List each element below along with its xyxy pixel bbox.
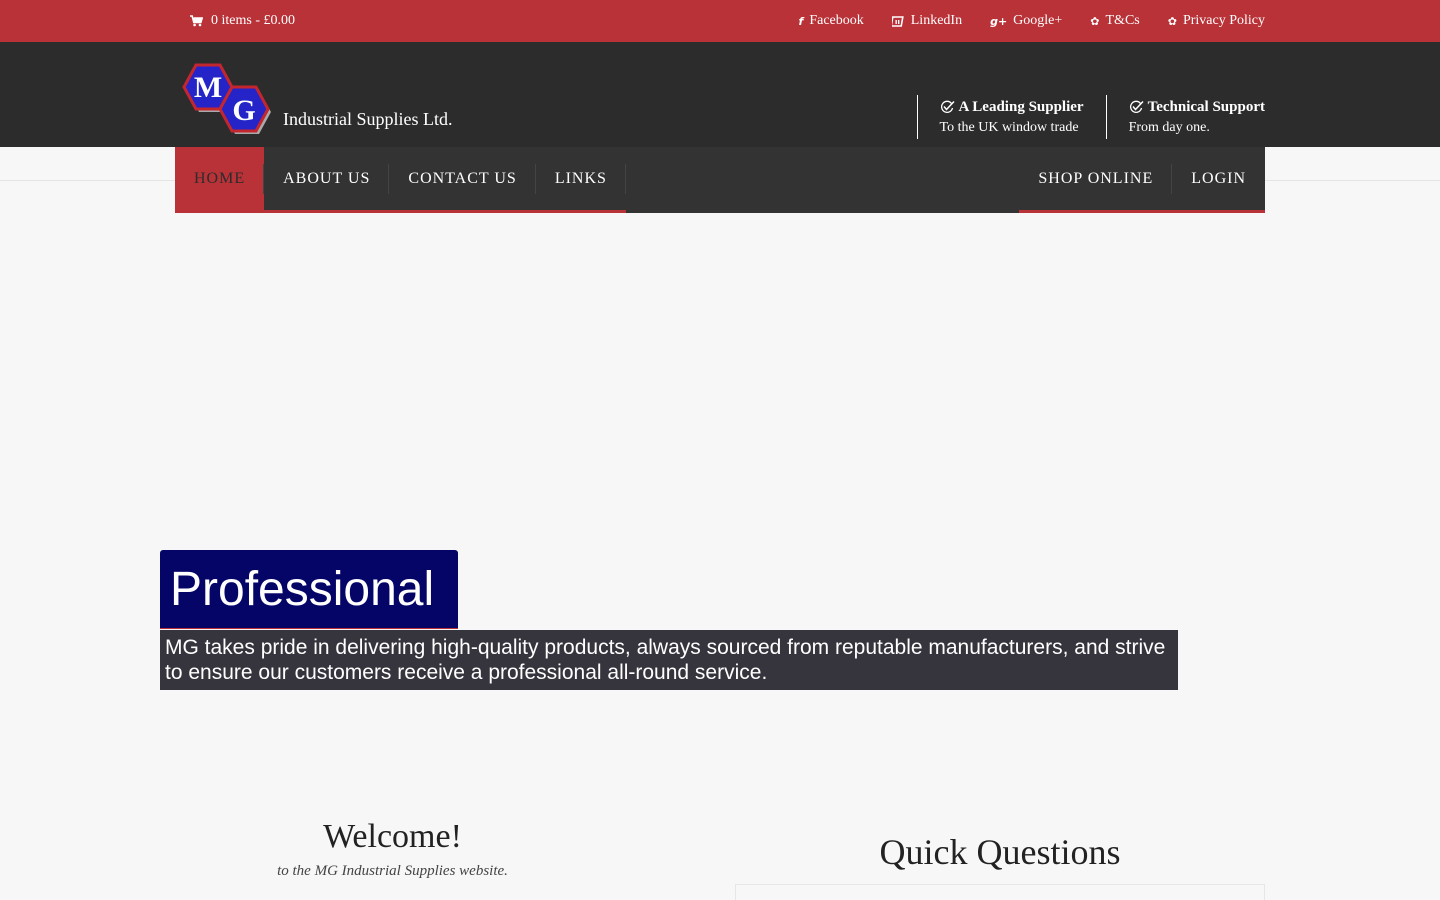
gear-icon: ✿ <box>1090 14 1100 28</box>
check-circle-icon <box>1129 100 1144 113</box>
logo-letter-g: G <box>232 94 255 127</box>
nav-home[interactable]: HOME <box>175 147 265 210</box>
social-links: f Facebook LinkedIn g+ Google+ ✿ T&Cs ✿ … <box>771 13 1265 29</box>
main-nav-right: SHOP ONLINE LOGIN <box>1019 147 1265 213</box>
nav-login[interactable]: LOGIN <box>1172 147 1265 210</box>
linkedin-link-label: LinkedIn <box>910 13 963 28</box>
terms-link[interactable]: ✿ T&Cs <box>1090 13 1139 29</box>
privacy-policy-link[interactable]: ✿ Privacy Policy <box>1168 13 1265 29</box>
nav-contact-us[interactable]: CONTACT US <box>389 147 537 210</box>
gear-icon: ✿ <box>1167 14 1177 28</box>
facebook-icon: f <box>798 14 804 28</box>
main-nav: HOME ABOUT US CONTACT US LINKS SHOP ONLI… <box>175 147 1265 213</box>
feature-title: Technical Support <box>1147 98 1265 115</box>
mg-logo-icon: M G <box>182 63 271 134</box>
privacy-policy-link-label: Privacy Policy <box>1182 13 1265 28</box>
linkedin-link[interactable]: LinkedIn <box>891 13 963 29</box>
feature-subtitle: From day one. <box>1128 119 1210 135</box>
terms-link-label: T&Cs <box>1105 13 1140 28</box>
logo-company-name: Industrial Supplies Ltd. <box>283 109 453 129</box>
cart-summary[interactable]: 0 items - £0.00 <box>175 13 295 29</box>
logo-letter-m: M <box>194 71 222 104</box>
welcome-title: Welcome! <box>323 818 462 855</box>
feature-subtitle: To the UK window trade <box>939 119 1079 135</box>
feature-technical-support: Technical Support From day one. <box>1105 95 1265 139</box>
main-nav-left: HOME ABOUT US CONTACT US LINKS <box>175 147 627 213</box>
nav-shop-online[interactable]: SHOP ONLINE <box>1019 147 1173 210</box>
quick-questions-panel <box>735 884 1265 900</box>
facebook-link-label: Facebook <box>809 13 864 28</box>
hero-description: MG takes pride in delivering high-qualit… <box>160 630 1178 690</box>
feature-leading-supplier: A Leading Supplier To the UK window trad… <box>916 95 1084 139</box>
site-header: M G Industrial Supplies Ltd. A Leading S… <box>0 42 1440 147</box>
quick-questions-title: Quick Questions <box>879 832 1121 872</box>
quick-questions-section: Quick Questions <box>735 830 1265 874</box>
check-circle-icon <box>940 100 955 113</box>
top-bar: 0 items - £0.00 f Facebook LinkedIn g+ G… <box>0 0 1440 42</box>
feature-title: A Leading Supplier <box>958 98 1084 115</box>
site-logo[interactable]: M G Industrial Supplies Ltd. <box>176 60 453 140</box>
facebook-link[interactable]: f Facebook <box>799 13 864 29</box>
cart-icon <box>190 15 203 27</box>
cart-text: 0 items - £0.00 <box>211 13 295 28</box>
google-plus-link-label: Google+ <box>1013 13 1063 28</box>
welcome-subtitle: to the MG Industrial Supplies website. <box>277 863 508 879</box>
nav-about-us[interactable]: ABOUT US <box>264 147 390 210</box>
google-plus-icon: g+ <box>990 14 1008 28</box>
header-features: A Leading Supplier To the UK window trad… <box>895 95 1265 139</box>
nav-links[interactable]: LINKS <box>536 147 627 210</box>
linkedin-icon <box>891 15 904 27</box>
welcome-section: Welcome! to the MG Industrial Supplies w… <box>160 815 625 880</box>
google-plus-link[interactable]: g+ Google+ <box>990 13 1062 29</box>
hero-title: Professional <box>160 550 458 629</box>
